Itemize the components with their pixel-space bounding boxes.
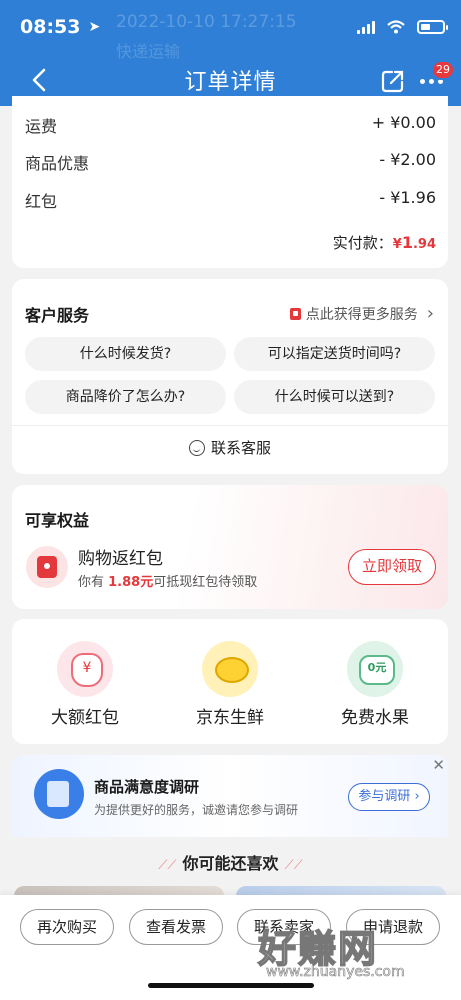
faq-chip[interactable]: 可以指定送货时间吗?: [234, 337, 435, 371]
page-title: 订单详情: [184, 70, 277, 95]
join-survey-button[interactable]: 参与调研 ›: [348, 783, 430, 811]
fee-value: + ¥0.00: [371, 113, 436, 132]
paid-value: ¥1.94: [392, 233, 436, 252]
scrolled-timestamp: 2022-10-10 17:27:15: [116, 12, 297, 32]
entry-label: 免费水果: [341, 708, 409, 728]
decoration-icon: ⟋⟋: [284, 858, 303, 873]
back-arrow-icon[interactable]: [26, 66, 54, 94]
decoration-icon: ⟋⟋: [158, 858, 177, 873]
header-bar: 08:53 ➤ 2022-10-10 17:27:15 快递运输 订单详情 29: [0, 0, 461, 106]
contact-service-button[interactable]: 联系客服: [12, 437, 448, 458]
free-fruit-tree-icon: [347, 641, 403, 697]
home-indicator: [148, 983, 314, 988]
fee-label: 运费: [25, 117, 58, 136]
share-icon[interactable]: [380, 68, 406, 94]
red-envelope-icon: [26, 546, 68, 588]
promo-entries-card: 大额红包 京东生鲜 免费水果: [12, 619, 448, 744]
service-flag-icon: [289, 307, 301, 320]
fee-row-red-packet: 红包 - ¥1.96: [25, 188, 436, 212]
survey-subtitle: 为提供更好的服务，诚邀请您参与调研: [94, 803, 299, 817]
entry-label: 京东生鲜: [196, 708, 264, 728]
fee-label: 红包: [25, 192, 58, 211]
buy-again-button[interactable]: 再次购买: [20, 909, 114, 945]
benefits-card: 可享权益 购物返红包 你有 1.88元可抵现红包待领取 立即领取: [12, 485, 448, 609]
fee-label: 商品优惠: [25, 154, 90, 173]
fee-row-shipping: 运费 + ¥0.00: [25, 113, 436, 137]
status-time: 08:53: [20, 16, 81, 38]
status-bar: 08:53 ➤ 2022-10-10 17:27:15 快递运输: [20, 12, 448, 61]
recommend-heading: ⟋⟋ 你可能还喜欢 ⟋⟋: [158, 854, 303, 873]
benefit-name: 购物返红包: [78, 549, 163, 569]
chevron-right-icon: ›: [426, 303, 434, 324]
entry-red-packet[interactable]: 大额红包: [35, 641, 135, 728]
claim-button[interactable]: 立即领取: [348, 549, 436, 585]
battery-icon: [417, 20, 448, 34]
customer-service-card: 客户服务 点此获得更多服务 › 什么时候发货? 可以指定送货时间吗? 商品降价了…: [12, 279, 448, 474]
paid-label: 实付款：: [332, 234, 393, 252]
message-count-badge: 29: [431, 60, 455, 80]
faq-chip[interactable]: 什么时候可以送到?: [234, 380, 435, 414]
fee-value: - ¥1.96: [379, 188, 436, 207]
survey-card: 商品满意度调研 为提供更好的服务，诚邀请您参与调研 参与调研 › ✕: [12, 755, 448, 837]
fee-summary-card: 运费 + ¥0.00 商品优惠 - ¥2.00 红包 - ¥1.96 实付款：¥…: [12, 96, 448, 268]
cellular-signal-icon: [357, 20, 375, 34]
entry-label: 大额红包: [51, 708, 119, 728]
smiley-icon: [188, 439, 205, 456]
paid-amount: 实付款：¥1.94: [333, 232, 436, 253]
entry-free-fruit[interactable]: 免费水果: [325, 641, 425, 728]
fee-row-discount: 商品优惠 - ¥2.00: [25, 150, 436, 174]
section-title: 可享权益: [25, 511, 90, 530]
fee-value: - ¥2.00: [379, 150, 436, 169]
more-services-link[interactable]: 点此获得更多服务 ›: [289, 303, 434, 324]
divider: [12, 425, 448, 426]
close-icon[interactable]: ✕: [432, 756, 445, 774]
view-invoice-button[interactable]: 查看发票: [129, 909, 223, 945]
section-title: 客户服务: [25, 306, 90, 325]
red-envelope-bag-icon: [57, 641, 113, 697]
wifi-icon: [387, 20, 405, 34]
survey-title: 商品满意度调研: [94, 778, 200, 796]
survey-document-icon: [34, 769, 84, 819]
location-arrow-icon: ➤: [88, 19, 101, 35]
lemon-icon: [202, 641, 258, 697]
entry-fresh[interactable]: 京东生鲜: [180, 641, 280, 728]
benefit-description: 你有 1.88元可抵现红包待领取: [78, 575, 258, 590]
site-watermark: 好赚网 www.zhuanyes.com: [257, 926, 405, 980]
faq-chip[interactable]: 什么时候发货?: [25, 337, 226, 371]
faq-chip[interactable]: 商品降价了怎么办?: [25, 380, 226, 414]
